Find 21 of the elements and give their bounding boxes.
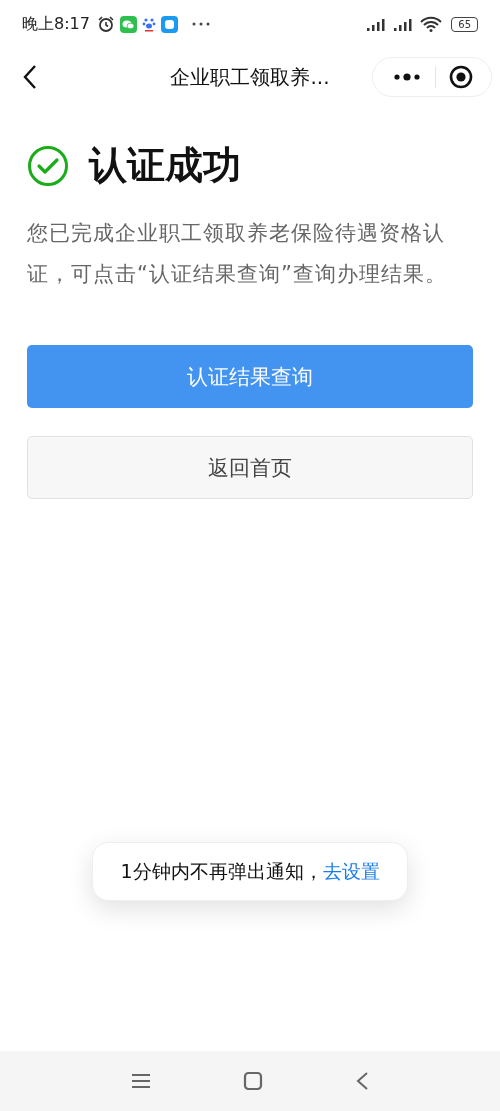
close-icon[interactable]: [448, 65, 473, 89]
status-time: 晚上8:17: [22, 13, 90, 35]
page-title: 企业职工领取养...: [169, 63, 331, 91]
settings-link[interactable]: 去设置: [322, 860, 380, 882]
toast-message: 1分钟内不再弹出通知，去设置: [119, 859, 381, 884]
app-icon: [160, 15, 178, 33]
menu-icon[interactable]: [131, 1073, 151, 1089]
chat-app-icon: [119, 15, 137, 33]
wifi-icon: [420, 16, 443, 32]
more-icon[interactable]: [391, 72, 422, 82]
paw-icon: [141, 16, 156, 32]
battery-level: 65: [451, 16, 478, 32]
home-icon[interactable]: [243, 1071, 263, 1091]
success-check-icon: [27, 144, 69, 187]
back-icon[interactable]: [22, 64, 38, 90]
more-notifications-icon: [190, 21, 211, 27]
result-description: 您已完成企业职工领取养老保险待遇资格认证，可点击“认证结果查询”查询办理结果。: [27, 220, 448, 288]
alarm-icon: [96, 15, 115, 33]
action-button[interactable]: 返回首页: [27, 436, 473, 499]
result-title: 认证成功: [89, 142, 241, 189]
action-button[interactable]: 认证结果查询: [27, 345, 473, 408]
